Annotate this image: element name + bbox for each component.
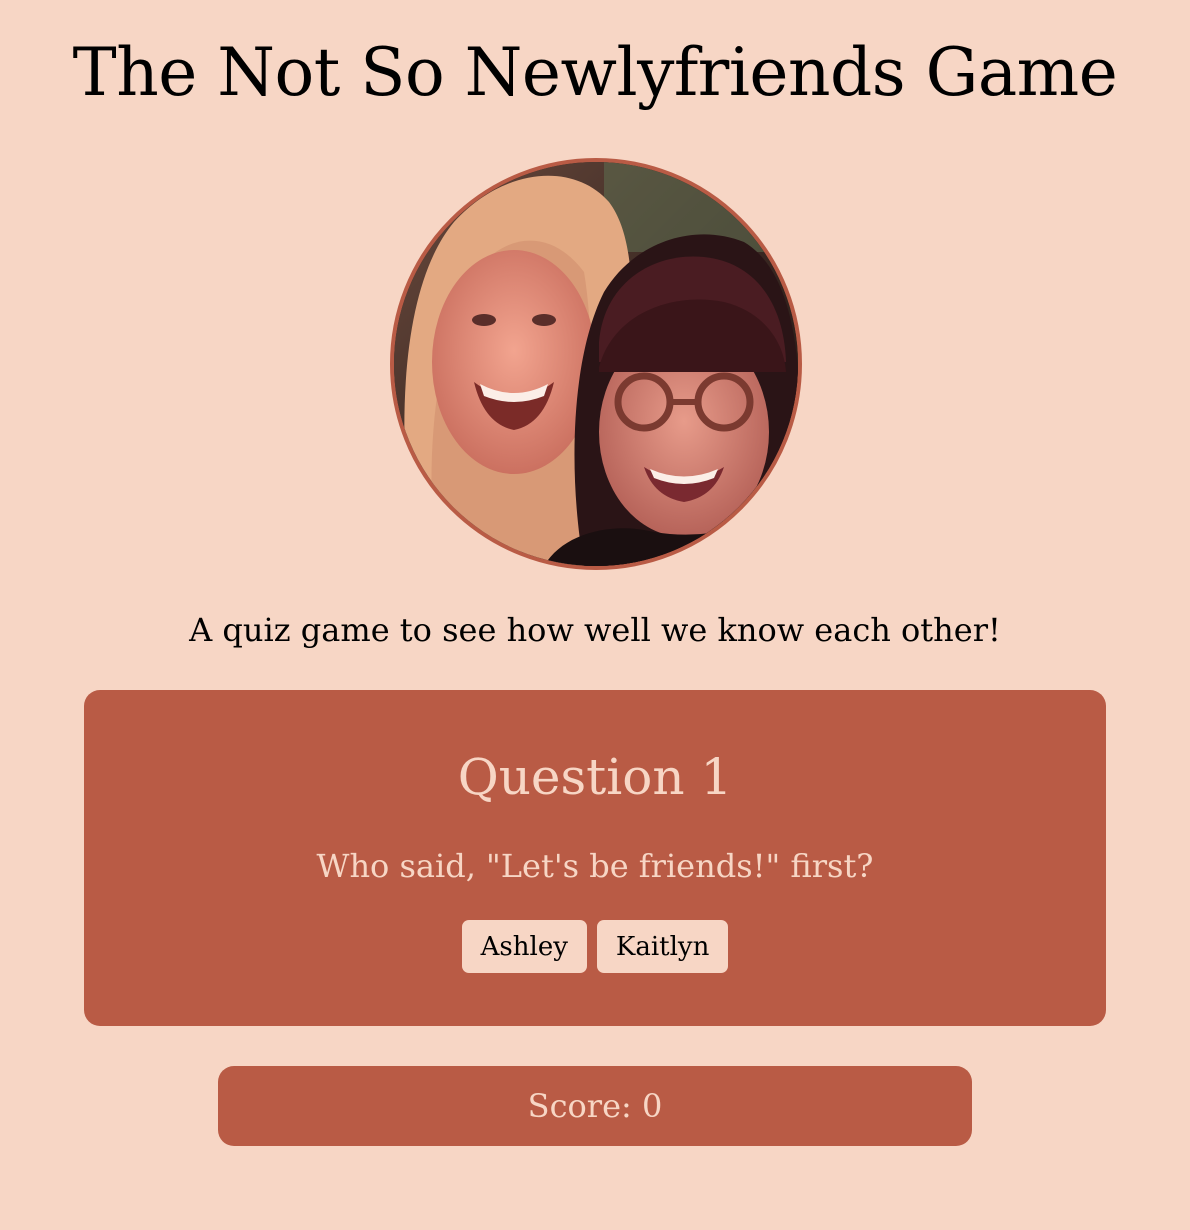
tagline: A quiz game to see how well we know each… [189, 611, 1001, 649]
answer-options: Ashley Kaitlyn [84, 920, 1106, 973]
question-title: Question 1 [457, 748, 733, 806]
page-title: The Not So Newlyfriends Game [72, 34, 1118, 111]
answer-button-ashley[interactable]: Ashley [461, 920, 587, 973]
friends-photo-illustration [394, 162, 798, 566]
score-display: Score: 0 [218, 1066, 972, 1146]
friends-photo [390, 158, 802, 570]
question-text: Who said, "Let's be friends!" first? [316, 847, 874, 885]
answer-button-kaitlyn[interactable]: Kaitlyn [596, 920, 729, 973]
quiz-card: Question 1 Who said, "Let's be friends!"… [84, 690, 1106, 1026]
